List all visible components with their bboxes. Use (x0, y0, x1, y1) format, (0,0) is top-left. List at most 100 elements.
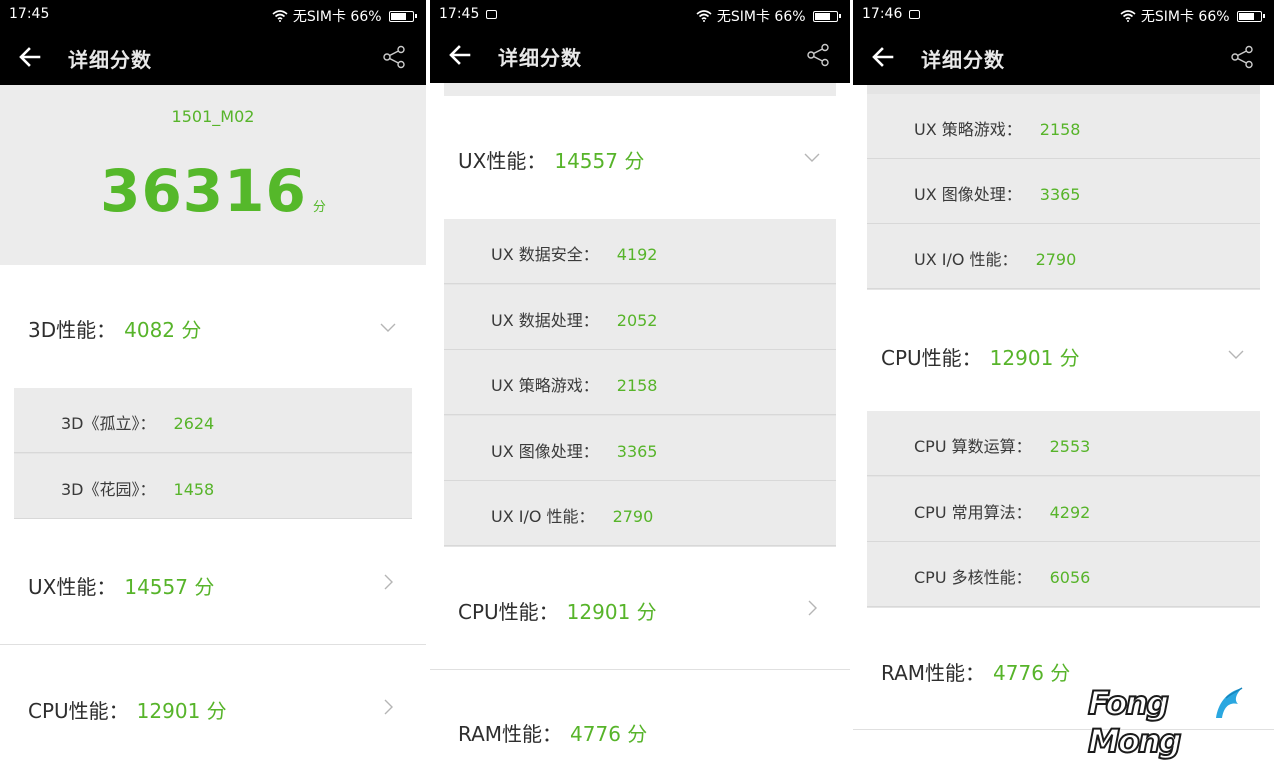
subscore-label: 3D《花园》： (61, 480, 156, 499)
carrier-label: 无SIM卡 (716, 9, 770, 25)
dolphin-icon (1216, 687, 1243, 718)
subscore-row: CPU 算数运算： 2553 (867, 411, 1260, 476)
chevron-down-icon (1228, 350, 1244, 359)
subscore-value: 1458 (173, 480, 215, 499)
subscores-3d: 3D《孤立》： 2624 3D《花园》： 1458 (14, 388, 412, 519)
subscore-value: 2790 (612, 507, 654, 526)
subscore-row: UX 图像处理： 3365 (867, 159, 1260, 224)
subscore-row: CPU 常用算法： 4292 (867, 477, 1260, 542)
carrier-label: 无SIM卡 (1140, 9, 1194, 25)
subscore-label: UX 数据处理： (491, 311, 599, 330)
category-score: 4776 分 (570, 722, 648, 746)
category-ram[interactable]: RAM性能： 4776 分 (430, 670, 850, 746)
subscore-row: UX 数据处理： 2052 (444, 285, 836, 350)
subscore-value: 2158 (1039, 120, 1081, 139)
wifi-icon (696, 10, 712, 22)
status-bar: 17:46 无SIM卡 66% (853, 0, 1274, 28)
toolbar: 详细分数 (853, 28, 1274, 85)
category-ux[interactable]: UX性能： 14557 分 (430, 96, 850, 219)
subscore-value: 2790 (1035, 250, 1077, 269)
wifi-icon (1120, 10, 1136, 22)
battery-icon (1237, 11, 1265, 22)
subscore-label: UX I/O 性能： (914, 250, 1018, 269)
status-bar: 17:45 无SIM卡 66% (430, 0, 850, 28)
status-right: 无SIM卡 66% (1120, 6, 1265, 26)
subscore-label: 3D《孤立》： (61, 414, 156, 433)
category-cpu[interactable]: CPU性能： 12901 分 (0, 645, 426, 746)
category-ux[interactable]: UX性能： 14557 分 (0, 521, 426, 644)
subscore-value: 2052 (616, 311, 658, 330)
status-time: 17:45 (9, 6, 50, 22)
arrow-left-icon[interactable] (448, 43, 472, 67)
subscore-value: 6056 (1049, 568, 1091, 587)
category-label: RAM性能： 4776 分 (458, 722, 648, 746)
page-title: 详细分数 (498, 46, 582, 70)
page-title: 详细分数 (68, 48, 152, 72)
subscore-value: 3365 (1039, 185, 1081, 204)
status-right: 无SIM卡 66% (696, 6, 841, 26)
arrow-left-icon[interactable] (871, 45, 895, 69)
chevron-down-icon (804, 153, 820, 162)
subscore-value: 2624 (173, 414, 215, 433)
chevron-right-icon (384, 574, 393, 590)
share-icon[interactable] (1230, 45, 1254, 69)
category-score: 12901 分 (989, 346, 1080, 370)
score-list: UX性能： 14557 分 UX 数据安全： 4192 UX 数据处理： 2052 U… (430, 83, 850, 746)
share-icon[interactable] (382, 45, 406, 69)
subscore-row: 3D《花园》： 1458 (14, 454, 412, 519)
subscore-row: UX I/O 性能： 2790 (444, 481, 836, 546)
category-label: CPU性能： 12901 分 (458, 600, 657, 624)
screenshot-icon (909, 10, 921, 19)
subscore-row: UX 策略游戏： 2158 (867, 94, 1260, 159)
score-list: UX 策略游戏： 2158 UX 图像处理： 3365 UX I/O 性能： 2790… (853, 85, 1274, 746)
category-cpu[interactable]: CPU性能： 12901 分 (853, 290, 1274, 411)
battery-label: 66% (774, 9, 806, 25)
category-label: UX性能： 14557 分 (458, 149, 645, 173)
page-title: 详细分数 (921, 48, 1005, 72)
category-label: 3D性能： 4082 分 (28, 318, 202, 342)
subscore-label: UX 数据安全： (491, 245, 599, 264)
category-3d[interactable]: 3D性能： 4082 分 (0, 265, 426, 388)
subscore-label: UX 策略游戏： (914, 120, 1022, 139)
subscore-row: CPU 多核性能： 6056 (867, 542, 1260, 607)
subscores-ux-tail: UX 策略游戏： 2158 UX 图像处理： 3365 UX I/O 性能： 2790 (867, 85, 1260, 290)
subscores-ux: UX 数据安全： 4192 UX 数据处理： 2052 UX 策略游戏： 2158 U… (444, 219, 836, 547)
share-icon[interactable] (806, 43, 830, 67)
subscore-row: UX 策略游戏： 2158 (444, 350, 836, 415)
category-label: CPU性能： 12901 分 (881, 346, 1080, 370)
total-score-card: 1501_M02 36316 分 (0, 85, 426, 265)
category-label: CPU性能： 12901 分 (28, 699, 227, 723)
subscore-row: UX 图像处理： 3365 (444, 416, 836, 481)
subscores-3d-tail (444, 83, 836, 96)
total-score-value: 36316 (100, 157, 307, 225)
arrow-left-icon[interactable] (18, 45, 42, 69)
screenshot-icon (486, 10, 498, 19)
status-right: 无SIM卡 66% (272, 6, 417, 26)
wifi-icon (272, 10, 288, 22)
status-time: 17:46 (862, 6, 921, 22)
category-score: 12901 分 (136, 699, 227, 723)
subscore-value: 2553 (1049, 437, 1091, 456)
category-score: 4082 分 (124, 318, 202, 342)
toolbar: 详细分数 (0, 28, 426, 85)
subscore-row: UX 数据安全： 4192 (444, 219, 836, 284)
category-cpu[interactable]: CPU性能： 12901 分 (430, 548, 850, 669)
carrier-label: 无SIM卡 (292, 9, 346, 25)
category-score: 14557 分 (124, 575, 215, 599)
subscores-cpu: CPU 算数运算： 2553 CPU 常用算法： 4292 CPU 多核性能： 605… (867, 411, 1260, 608)
subscore-value: 2158 (616, 376, 658, 395)
category-score: 4776 分 (993, 661, 1071, 685)
chevron-right-icon (384, 699, 393, 715)
battery-label: 66% (1198, 9, 1230, 25)
subscore-label: UX 图像处理： (491, 442, 599, 461)
toolbar: 详细分数 (430, 26, 850, 83)
subscore-row: UX I/O 性能： 2790 (867, 224, 1260, 289)
subscore-label: UX 图像处理： (914, 185, 1022, 204)
score-list: 1501_M02 36316 分 3D性能： 4082 分 3D《孤立》： 2624 … (0, 85, 426, 746)
screen-2: 17:45 无SIM卡 66% 详细分数 UX性能： 14557 分 UX 数据安… (430, 0, 850, 746)
battery-icon (813, 11, 841, 22)
subscore-label: CPU 多核性能： (914, 568, 1032, 587)
chevron-down-icon (380, 323, 396, 332)
total-score: 36316 分 (0, 157, 426, 225)
status-bar: 17:45 无SIM卡 66% (0, 0, 426, 28)
